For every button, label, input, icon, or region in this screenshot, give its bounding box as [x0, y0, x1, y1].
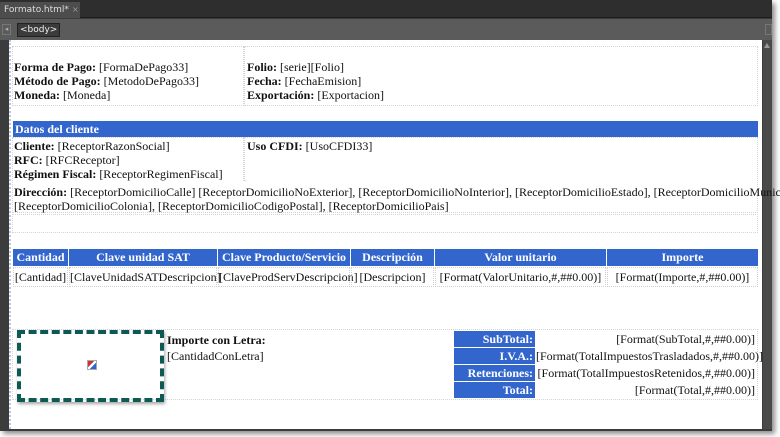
cell-cantidad: [Cantidad] — [13, 267, 68, 287]
subtotal-label: SubTotal: — [454, 331, 535, 347]
fecha-value: [FechaEmision] — [284, 74, 362, 88]
regimen-value: [ReceptorRegimenFiscal] — [99, 167, 223, 181]
divider — [243, 46, 245, 106]
regimen-fiscal: Régimen Fiscal: [ReceptorRegimenFiscal] — [14, 167, 223, 181]
forma-pago-value: [FormaDePago33] — [98, 60, 189, 74]
exportacion: Exportación: [Exportacion] — [247, 88, 384, 102]
metodo-pago-label: Método de Pago: — [14, 74, 101, 88]
moneda: Moneda: [Moneda] — [14, 88, 110, 102]
breadcrumb-body-tag[interactable]: <body> — [17, 23, 61, 37]
col-header-descripcion: Descripción — [351, 249, 434, 266]
iva-label: I.V.A.: — [454, 348, 535, 364]
retenciones-label: Retenciones: — [454, 365, 535, 381]
folio-value: [serie][Folio] — [280, 60, 344, 74]
folio-label: Folio: — [247, 60, 277, 74]
cell-clave-producto: [ClaveProdServDescripcion] — [218, 267, 358, 287]
section-title-cliente: Datos del cliente — [13, 121, 758, 137]
cell-descripcion: [Descripcion] — [351, 267, 434, 287]
broken-image-icon — [87, 360, 97, 370]
tab-title: Formato.html* — [4, 5, 69, 15]
forma-pago: Forma de Pago: [FormaDePago33] — [14, 60, 188, 74]
rfc-value: [RFCReceptor] — [45, 153, 120, 167]
rfc: RFC: [RFCReceptor] — [14, 153, 120, 167]
exportacion-label: Exportación: — [247, 88, 315, 102]
direccion-line1: [ReceptorDomicilioCalle] [ReceptorDomici… — [70, 185, 780, 199]
scroll-left-icon[interactable]: ◂ — [2, 24, 11, 35]
scroll-up-icon[interactable] — [764, 43, 770, 48]
cliente-label: Cliente: — [14, 139, 55, 153]
importe-letra-label: Importe con Letra: — [167, 333, 266, 347]
scroll-right-icon[interactable] — [765, 24, 772, 35]
breadcrumb: ◂ <body> — [0, 19, 772, 40]
importe-letra-value: [CantidadConLetra] — [167, 349, 264, 363]
total-value: [Format(Total,#,##0.00)] — [634, 383, 755, 397]
selected-image-placeholder[interactable] — [17, 330, 164, 402]
retenciones-value: [Format(TotalImpuestosRetenidos,#,##0.00… — [537, 366, 755, 380]
empty-row — [12, 214, 758, 233]
uso-cfdi: Uso CFDI: [UsoCFDI33] — [247, 139, 372, 153]
folio: Folio: [serie][Folio] — [247, 60, 344, 74]
forma-pago-label: Forma de Pago: — [14, 60, 96, 74]
tab-formato-html[interactable]: Formato.html* × — [0, 2, 80, 18]
exportacion-value: [Exportacion] — [317, 88, 384, 102]
direccion-line2: [ReceptorDomicilioColonia], [ReceptorDom… — [14, 199, 449, 213]
fecha: Fecha: [FechaEmision] — [247, 74, 361, 88]
metodo-pago-value: [MetodoDePago33] — [103, 74, 199, 88]
rfc-label: RFC: — [14, 153, 43, 167]
iva-value: [Format(TotalImpuestosTrasladados,#,##0.… — [536, 349, 764, 363]
col-header-importe: Importe — [607, 249, 758, 266]
cliente-value: [ReceptorRazonSocial] — [57, 139, 170, 153]
cliente: Cliente: [ReceptorRazonSocial] — [14, 139, 170, 153]
total-label: Total: — [454, 382, 535, 398]
regimen-label: Régimen Fiscal: — [14, 167, 97, 181]
col-header-cantidad: Cantidad — [13, 249, 68, 266]
uso-cfdi-label: Uso CFDI: — [247, 139, 303, 153]
cell-importe: [Format(Importe,#,##0.00)] — [607, 267, 758, 287]
metodo-pago: Método de Pago: [MetodoDePago33] — [14, 74, 199, 88]
moneda-label: Moneda: — [14, 88, 60, 102]
col-header-clave-unidad: Clave unidad SAT — [69, 249, 217, 266]
uso-cfdi-value: [UsoCFDI33] — [305, 139, 373, 153]
close-icon[interactable]: × — [72, 5, 79, 14]
subtotal-value: [Format(SubTotal,#,##0.00)] — [616, 332, 755, 346]
direccion: Dirección: [ReceptorDomicilioCalle] [Rec… — [14, 185, 780, 199]
divider — [243, 137, 245, 181]
cell-clave-unidad: [ClaveUnidadSATDescripcion] — [69, 267, 221, 287]
fecha-label: Fecha: — [247, 74, 282, 88]
col-header-valor-unitario: Valor unitario — [435, 249, 606, 266]
moneda-value: [Moneda] — [63, 88, 111, 102]
direccion-label: Dirección: — [14, 185, 68, 199]
cell-valor-unitario: [Format(ValorUnitario,#,##0.00)] — [435, 267, 606, 287]
col-header-clave-producto: Clave Producto/Servicio — [218, 249, 350, 266]
vertical-scrollbar[interactable] — [763, 40, 772, 429]
tab-bar: Formato.html* × — [0, 0, 772, 18]
